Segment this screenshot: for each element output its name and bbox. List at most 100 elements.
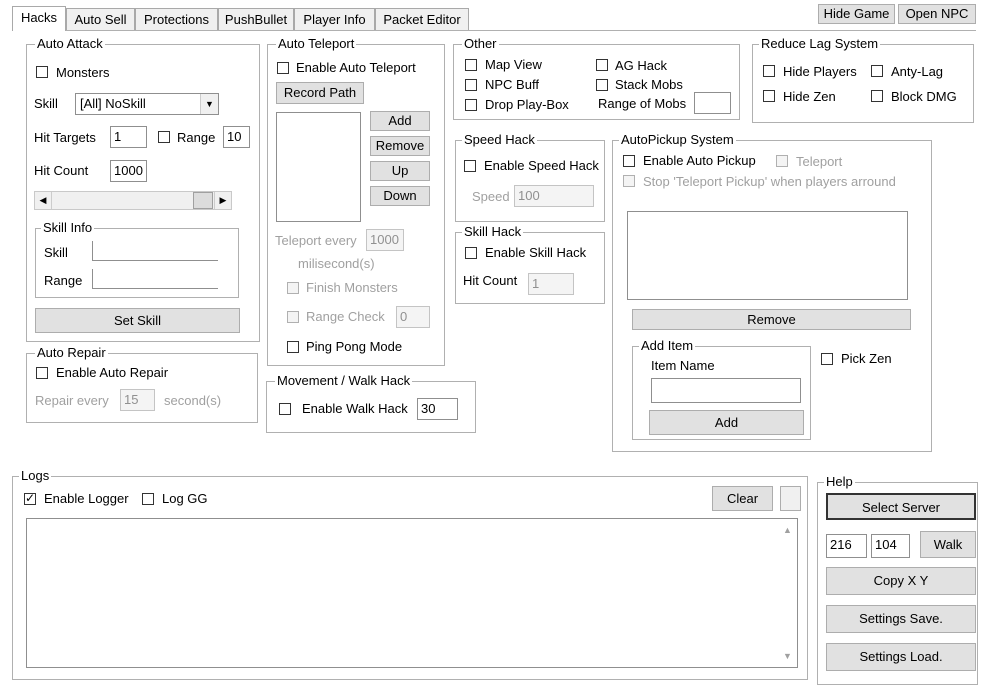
other-title: Other: [462, 36, 499, 51]
log-output-area[interactable]: ▲ ▼: [26, 518, 798, 668]
enable-auto-teleport-label: Enable Auto Teleport: [296, 60, 416, 75]
tab-pushbullet[interactable]: PushBullet: [218, 8, 294, 30]
speed-hack-title: Speed Hack: [462, 132, 537, 147]
range-check-label: Range Check: [306, 309, 385, 324]
pickup-items-list[interactable]: [627, 211, 908, 300]
add-item-button[interactable]: Add: [649, 410, 804, 435]
skill-select[interactable]: [All] NoSkill ▼: [75, 93, 219, 115]
log-extra-button[interactable]: [780, 486, 801, 511]
copy-xy-button[interactable]: Copy X Y: [826, 567, 976, 595]
enable-logger-checkbox[interactable]: [24, 491, 36, 505]
speed-input[interactable]: 100: [514, 185, 594, 207]
enable-auto-repair-checkbox[interactable]: [36, 367, 48, 379]
teleport-every-input[interactable]: 1000: [366, 229, 404, 251]
tab-divider: [12, 30, 976, 31]
repair-every-input[interactable]: 15: [120, 389, 155, 411]
drop-play-box-label: Drop Play-Box: [485, 97, 569, 112]
enable-speed-hack-checkbox[interactable]: [464, 160, 476, 172]
skill-hack-hit-count-label: Hit Count: [463, 273, 518, 288]
log-gg-checkbox[interactable]: [142, 493, 154, 505]
ag-hack-checkbox[interactable]: [596, 59, 608, 71]
tab-packet-editor[interactable]: Packet Editor: [375, 8, 469, 30]
anty-lag-label: Anty-Lag: [891, 64, 944, 79]
scroll-up-icon[interactable]: ▲: [783, 525, 792, 535]
drop-play-box-checkbox[interactable]: [465, 99, 477, 111]
hit-count-scrollbar[interactable]: ◀ ▶: [34, 191, 232, 210]
hit-targets-label: Hit Targets: [34, 130, 96, 145]
settings-save-button[interactable]: Settings Save.: [826, 605, 976, 633]
hit-count-input[interactable]: 1000: [110, 160, 147, 182]
ping-pong-label: Ping Pong Mode: [306, 339, 403, 354]
enable-skill-hack-checkbox[interactable]: [465, 247, 477, 259]
skill-info-title: Skill Info: [41, 220, 95, 235]
skill-info-skill-label: Skill: [44, 245, 68, 260]
ping-pong-checkbox[interactable]: [287, 341, 299, 353]
teleport-remove-button[interactable]: Remove: [370, 136, 430, 156]
enable-auto-teleport-checkbox[interactable]: [277, 62, 289, 74]
item-name-label: Item Name: [651, 358, 715, 373]
seconds-label: second(s): [164, 393, 222, 408]
logs-title: Logs: [19, 468, 52, 483]
range-of-mobs-input[interactable]: [694, 92, 731, 114]
skill-hack-hit-count-input[interactable]: 1: [528, 273, 574, 295]
walk-button[interactable]: Walk: [920, 531, 976, 558]
scroll-thumb[interactable]: [193, 192, 213, 209]
stack-mobs-label: Stack Mobs: [615, 77, 683, 92]
help-title: Help: [824, 474, 855, 489]
map-view-label: Map View: [485, 57, 542, 72]
hide-game-button[interactable]: Hide Game: [818, 4, 895, 24]
hide-players-checkbox[interactable]: [763, 65, 775, 77]
enable-auto-pickup-checkbox[interactable]: [623, 155, 635, 167]
record-path-button[interactable]: Record Path: [276, 82, 364, 104]
settings-load-button[interactable]: Settings Load.: [826, 643, 976, 671]
stop-teleport-checkbox[interactable]: [623, 175, 635, 187]
enable-walk-hack-checkbox[interactable]: [279, 403, 291, 415]
set-skill-button[interactable]: Set Skill: [35, 308, 240, 333]
pick-zen-checkbox[interactable]: [821, 353, 833, 365]
x-coordinate-input[interactable]: 216: [826, 534, 867, 558]
open-npc-button[interactable]: Open NPC: [898, 4, 976, 24]
stop-teleport-label: Stop 'Teleport Pickup' when players arro…: [643, 174, 896, 189]
tab-protections[interactable]: Protections: [135, 8, 218, 30]
finish-monsters-checkbox[interactable]: [287, 282, 299, 294]
teleport-down-button[interactable]: Down: [370, 186, 430, 206]
anty-lag-checkbox[interactable]: [871, 65, 883, 77]
y-coordinate-input[interactable]: 104: [871, 534, 910, 558]
tab-player-info[interactable]: Player Info: [294, 8, 375, 30]
reduce-lag-title: Reduce Lag System: [759, 36, 881, 51]
chevron-down-icon[interactable]: ▼: [200, 94, 218, 114]
npc-buff-checkbox[interactable]: [465, 79, 477, 91]
teleport-up-button[interactable]: Up: [370, 161, 430, 181]
range-check-checkbox[interactable]: [287, 311, 299, 323]
clear-button[interactable]: Clear: [712, 486, 773, 511]
enable-speed-hack-label: Enable Speed Hack: [484, 158, 599, 173]
movement-title: Movement / Walk Hack: [275, 373, 413, 388]
select-server-button[interactable]: Select Server: [826, 493, 976, 520]
walk-hack-input[interactable]: 30: [417, 398, 458, 420]
block-dmg-checkbox[interactable]: [871, 90, 883, 102]
log-scrollbar[interactable]: ▲ ▼: [779, 519, 797, 667]
speed-hack-group: Speed Hack: [455, 133, 605, 222]
scroll-left-icon[interactable]: ◀: [35, 192, 52, 209]
hit-targets-input[interactable]: 1: [110, 126, 147, 148]
range-checkbox[interactable]: [158, 131, 170, 143]
teleport-add-button[interactable]: Add: [370, 111, 430, 131]
item-name-input[interactable]: [651, 378, 801, 403]
monsters-checkbox[interactable]: [36, 66, 48, 78]
skill-label: Skill: [34, 96, 58, 111]
stack-mobs-checkbox[interactable]: [596, 79, 608, 91]
tab-auto-sell[interactable]: Auto Sell: [66, 8, 135, 30]
teleport-path-list[interactable]: [276, 112, 361, 222]
range-check-input[interactable]: 0: [396, 306, 430, 328]
scroll-right-icon[interactable]: ▶: [214, 192, 231, 209]
map-view-checkbox[interactable]: [465, 59, 477, 71]
range-input[interactable]: 10: [223, 126, 250, 148]
tab-hacks[interactable]: Hacks: [12, 6, 66, 31]
auto-repair-title: Auto Repair: [35, 345, 108, 360]
teleport-pickup-checkbox[interactable]: [776, 155, 788, 167]
hide-zen-checkbox[interactable]: [763, 90, 775, 102]
scroll-down-icon[interactable]: ▼: [783, 651, 792, 661]
enable-skill-hack-label: Enable Skill Hack: [485, 245, 587, 260]
skill-select-value: [All] NoSkill: [80, 96, 146, 111]
pickup-remove-button[interactable]: Remove: [632, 309, 911, 330]
